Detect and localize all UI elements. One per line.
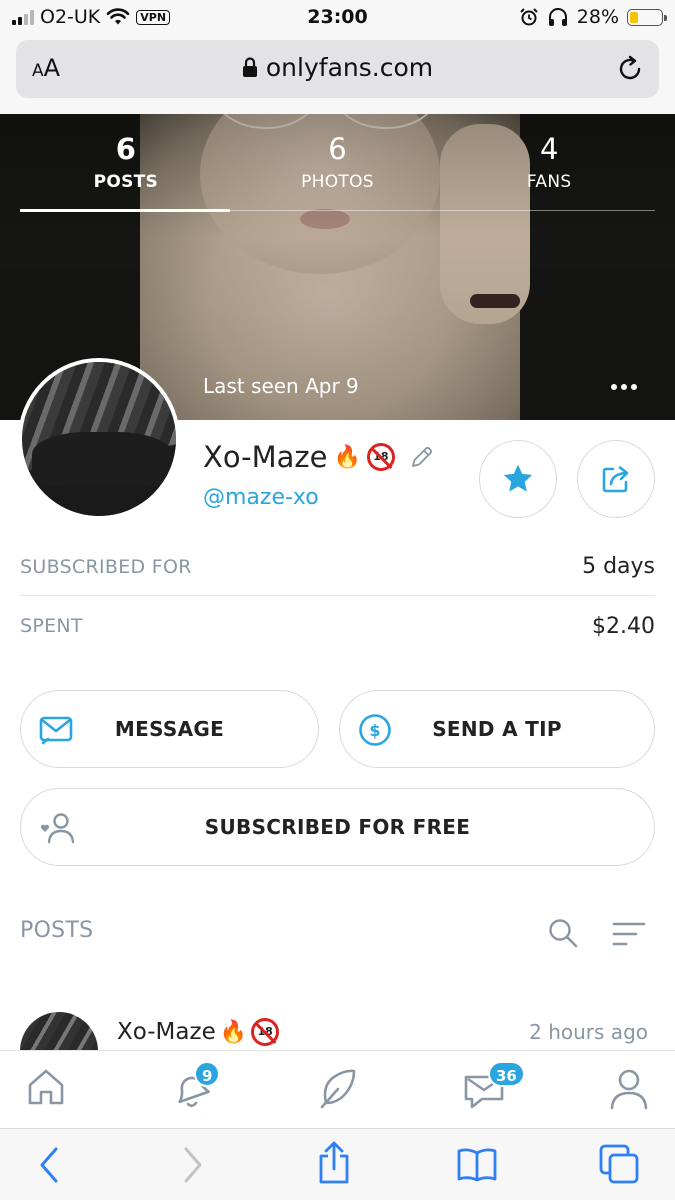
- back-icon[interactable]: [36, 1145, 64, 1185]
- svg-text:$: $: [369, 721, 380, 740]
- feather-icon[interactable]: [316, 1067, 358, 1111]
- avatar[interactable]: [18, 358, 180, 520]
- photos-count: 6: [328, 132, 347, 166]
- messages-nav[interactable]: 36: [462, 1061, 532, 1111]
- messages-badge: 36: [488, 1061, 525, 1087]
- address-bar[interactable]: AA onlyfans.com: [16, 40, 659, 98]
- share-profile-button[interactable]: [577, 440, 655, 518]
- forward-icon[interactable]: [178, 1145, 206, 1185]
- spent-value: $2.40: [592, 613, 655, 639]
- battery-icon: [627, 8, 667, 26]
- share-icon: [602, 466, 629, 493]
- browser-toolbar: [0, 1128, 675, 1200]
- stat-posts[interactable]: 6 POSTS: [20, 132, 232, 212]
- search-icon[interactable]: [547, 917, 579, 949]
- profile-name-row: Xo-Maze 🔥 18: [203, 440, 435, 474]
- reload-icon[interactable]: [615, 54, 645, 84]
- subscribed-label: SUBSCRIBED FOR FREE: [204, 815, 471, 839]
- tabs-icon[interactable]: [598, 1143, 640, 1185]
- url-display[interactable]: onlyfans.com: [16, 53, 659, 82]
- alarm-icon: [520, 8, 538, 26]
- profile-name: Xo-Maze: [203, 440, 328, 474]
- fire-emoji: 🔥: [333, 444, 361, 470]
- battery-fill: [630, 11, 639, 23]
- home-icon[interactable]: [26, 1067, 66, 1107]
- sort-icon[interactable]: [612, 920, 646, 948]
- profile-stats: 6 POSTS 6 PHOTOS 4 FANS: [20, 132, 655, 212]
- fans-count: 4: [539, 132, 559, 166]
- bookmarks-icon[interactable]: [456, 1147, 498, 1183]
- spent-label: SPENT: [20, 615, 83, 637]
- post-timestamp: 2 hours ago: [529, 1020, 648, 1044]
- send-tip-button[interactable]: $ SEND A TIP: [339, 690, 655, 768]
- dollar-coin-icon: $: [359, 714, 391, 746]
- posts-label: POSTS: [93, 172, 159, 192]
- post-author-name[interactable]: Xo-Maze: [117, 1019, 216, 1045]
- browser-address-area: AA onlyfans.com: [0, 34, 675, 114]
- star-icon: [503, 464, 533, 492]
- bottom-nav: 9 36: [0, 1050, 675, 1128]
- subscribed-for-value: 5 days: [582, 554, 655, 579]
- envelope-icon: [39, 716, 73, 745]
- url-text: onlyfans.com: [265, 53, 434, 82]
- share-icon[interactable]: [316, 1141, 352, 1185]
- profile-handle[interactable]: @maze-xo: [203, 485, 319, 510]
- profile-icon[interactable]: [608, 1067, 650, 1111]
- headphones-icon: [548, 8, 567, 26]
- fire-emoji: 🔥: [219, 1019, 248, 1045]
- subscribed-user-icon: [40, 813, 75, 844]
- status-bar: O2-UK VPN 23:00 28%: [0, 0, 675, 34]
- message-button[interactable]: MESSAGE: [20, 690, 319, 768]
- more-options-icon[interactable]: [611, 384, 637, 390]
- lock-icon: [242, 57, 257, 77]
- subscribed-for-row: SUBSCRIBED FOR 5 days: [20, 538, 655, 596]
- posts-count: 6: [115, 132, 136, 166]
- no-under-18-icon: 18: [366, 443, 395, 471]
- active-tab-indicator: [20, 209, 230, 212]
- stat-fans[interactable]: 4 FANS: [443, 132, 655, 212]
- subscribed-button[interactable]: SUBSCRIBED FOR FREE: [20, 788, 655, 866]
- post-author-row: Xo-Maze 🔥 18: [117, 1018, 280, 1046]
- edit-pencil-icon[interactable]: [409, 444, 435, 470]
- posts-section-title: POSTS: [20, 918, 94, 943]
- no-under-18-icon: 18: [251, 1018, 280, 1046]
- notifications-nav[interactable]: 9: [170, 1061, 221, 1111]
- fans-label: FANS: [526, 172, 572, 192]
- spent-row: SPENT $2.40: [20, 597, 655, 655]
- subscribed-for-label: SUBSCRIBED FOR: [20, 555, 192, 578]
- battery-percent: 28%: [576, 6, 619, 28]
- last-seen-text: Last seen Apr 9: [203, 374, 359, 398]
- photos-label: PHOTOS: [301, 172, 374, 192]
- stat-photos[interactable]: 6 PHOTOS: [232, 132, 444, 212]
- notifications-badge: 9: [194, 1061, 221, 1087]
- favorite-button[interactable]: [479, 440, 557, 518]
- status-right: 28%: [519, 6, 667, 28]
